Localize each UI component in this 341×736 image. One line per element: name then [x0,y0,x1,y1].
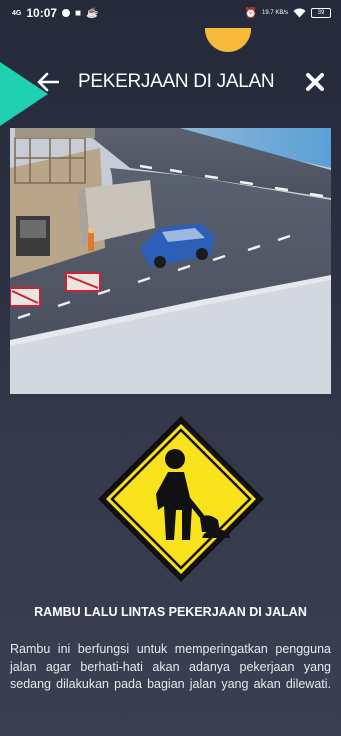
net-speed: 19.7 KB/s [261,10,288,16]
close-icon [306,73,324,91]
back-button[interactable] [34,68,62,96]
status-right: ⏰ 19.7 KB/s 39 [245,8,331,19]
sun-decoration [205,28,251,52]
network-label: 4G [12,9,22,17]
header: PEKERJAAN DI JALAN [0,62,341,102]
road-work-sign-icon [98,416,264,582]
notification-dot-icon [62,9,71,17]
status-time: 10:07 [26,6,58,20]
wifi-icon [293,8,306,18]
road-work-scene-illustration [10,128,331,394]
app-screen: 4G 10:07 ■ ☕ ⏰ 19.7 KB/s 39 PEKERJAAN DI… [0,0,341,736]
cup-icon: ☕ [86,7,99,19]
road-work-scene-image [10,128,331,394]
arrow-left-icon [37,72,59,92]
sign-title: RAMBU LALU LINTAS PEKERJAAN DI JALAN [34,605,307,619]
battery-icon: 39 [311,8,331,18]
close-button[interactable] [302,69,328,95]
status-bar: 4G 10:07 ■ ☕ ⏰ 19.7 KB/s 39 [0,0,341,26]
app-notification-icon: ■ [75,7,82,19]
page-title: PEKERJAAN DI JALAN [78,71,275,92]
sign-description: Rambu ini berfungsi untuk memperingatkan… [10,642,331,691]
status-left: 4G 10:07 ■ ☕ [12,6,99,20]
road-work-sign [96,414,266,584]
alarm-icon: ⏰ [244,7,257,19]
